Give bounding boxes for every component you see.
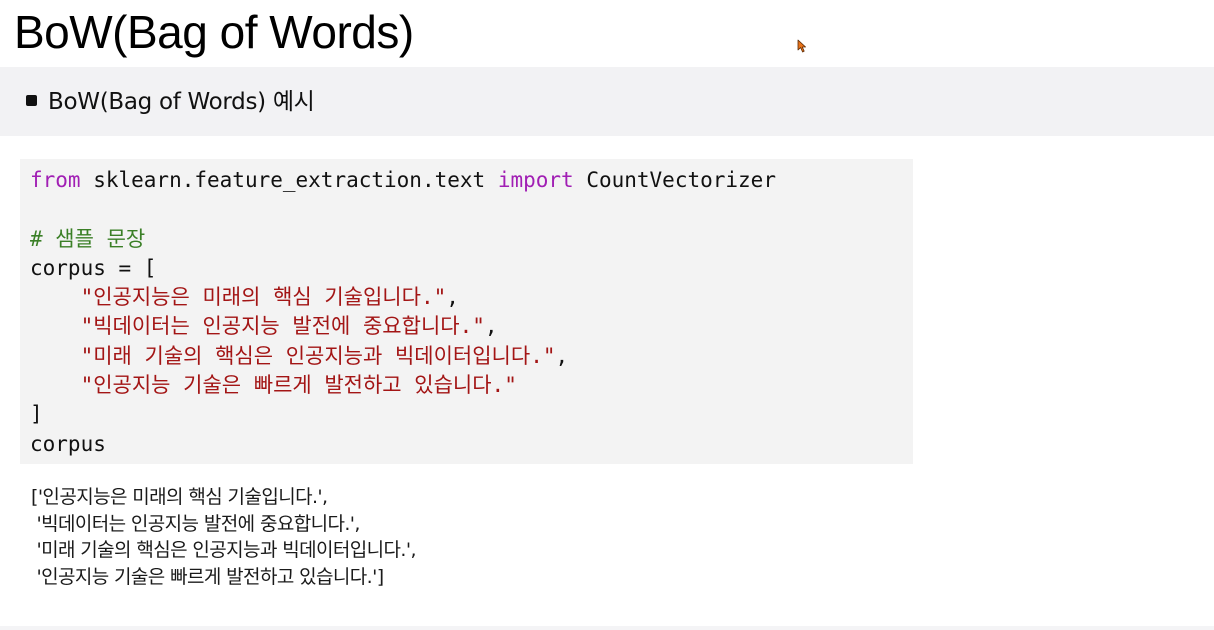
comma: , (484, 314, 498, 339)
cell-output: ['인공지능은 미래의 핵심 기술입니다.', '빅데이터는 인공지능 발전에 … (31, 484, 417, 590)
string-literal: "빅데이터는 인공지능 발전에 중요합니다." (80, 314, 485, 339)
corpus-assignment: corpus = [ (30, 255, 157, 280)
output-line: ['인공지능은 미래의 핵심 기술입니다.', (31, 486, 328, 508)
comma: , (446, 285, 459, 310)
output-line: '인공지능 기술은 빠르게 발전하고 있습니다.'] (31, 565, 384, 588)
code-comment: # 샘플 문장 (30, 226, 146, 251)
corpus-close-bracket: ] (30, 402, 43, 427)
page-title: BoW(Bag of Words) (14, 6, 414, 58)
keyword-from: from (30, 168, 81, 192)
code-cell[interactable]: from sklearn.feature_extraction.text imp… (20, 159, 913, 464)
string-literal: "인공지능은 미래의 핵심 기술입니다." (80, 285, 447, 310)
keyword-import: import (497, 168, 574, 192)
class-name: CountVectorizer (573, 168, 776, 192)
corpus-expression: corpus (30, 431, 106, 456)
mouse-pointer-icon (797, 39, 806, 53)
string-literal: "인공지능 기술은 빠르게 발전하고 있습니다." (80, 373, 517, 398)
module-path: sklearn.feature_extraction.text (80, 168, 498, 192)
comma: , (555, 343, 569, 368)
output-line: '빅데이터는 인공지능 발전에 중요합니다.', (31, 512, 360, 535)
section-heading: BoW(Bag of Words) 예시 (48, 89, 315, 115)
square-bullet-icon (26, 95, 37, 106)
bottom-divider (0, 626, 1214, 630)
code-editor[interactable]: from sklearn.feature_extraction.text imp… (30, 166, 776, 459)
output-line: '미래 기술의 핵심은 인공지능과 빅데이터입니다.', (31, 539, 416, 561)
string-literal: "미래 기술의 핵심은 인공지능과 빅데이터입니다." (80, 343, 556, 368)
